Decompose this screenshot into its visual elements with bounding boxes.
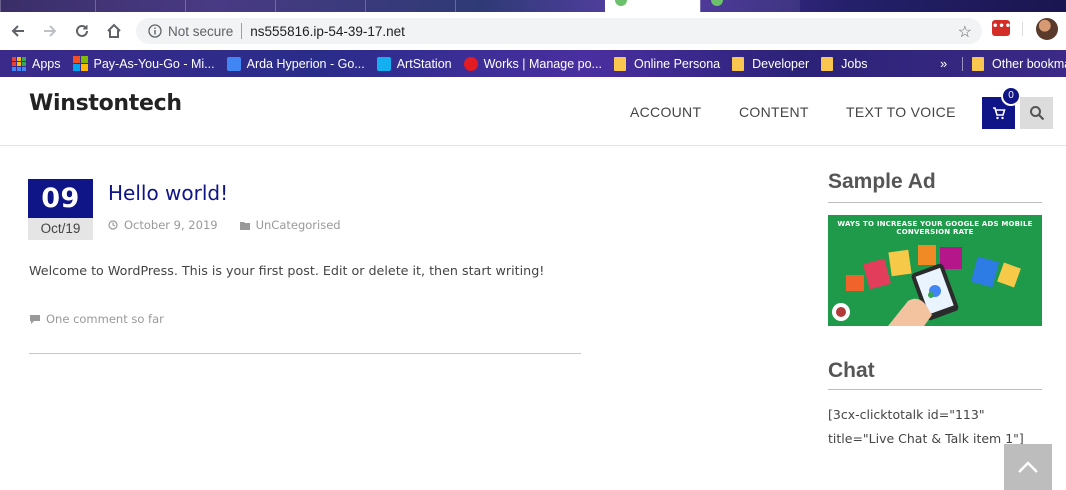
arrow-left-icon [11,25,24,37]
apps-grid-icon [12,56,26,71]
site-header: Winstontech ACCOUNT CONTENT TEXT TO VOIC… [0,77,1066,146]
security-label: Not secure [168,23,234,39]
home-button[interactable] [100,17,128,45]
back-button[interactable] [4,17,32,45]
folder-icon [613,56,626,71]
post-date-month: Oct/19 [28,218,93,240]
post-category: UnCategorised [239,218,341,232]
bookmark-folder-developer[interactable]: Developer [732,56,810,71]
bookmark-label: Apps [32,56,61,71]
info-icon[interactable] [148,24,162,38]
home-icon [107,23,121,38]
browser-tab[interactable] [455,0,605,12]
address-separator [241,23,243,39]
browser-tab[interactable] [0,0,95,12]
post-divider [29,353,581,354]
browser-tab-active[interactable] [605,0,700,12]
bookmark-apps[interactable]: Apps [12,56,61,71]
widget-title-chat: Chat [828,359,875,382]
arrow-right-icon [44,25,57,37]
works-icon [463,56,478,71]
post-title[interactable]: Hello world! [108,181,228,205]
bookmarks-overflow-button[interactable]: » [940,50,947,77]
toolbar-divider [1022,22,1023,36]
browser-tab[interactable] [365,0,455,12]
post-date-box: 09 Oct/19 [28,179,93,240]
bookmark-works[interactable]: Works | Manage po... [463,56,602,71]
address-bar[interactable]: Not secure ns555816.ip-54-39-17.net ☆ [136,18,982,44]
bookmark-label: ArtStation [396,56,452,71]
folder-icon [732,56,745,71]
google-docs-icon [226,56,241,71]
ad-illustration [832,245,1021,326]
browser-tab[interactable] [700,0,800,12]
folder-icon [821,56,834,71]
search-icon [1029,106,1044,121]
bookmark-label: Arda Hyperion - Go... [246,56,365,71]
bookmarks-bar: Apps Pay-As-You-Go - Mi... Arda Hyperion… [0,50,1066,77]
nav-item-text-to-voice[interactable]: TEXT TO VOICE [846,104,956,120]
tab-strip [0,0,1066,12]
bookmark-folder-online-persona[interactable]: Online Persona [613,56,721,71]
bookmark-label: Developer [752,56,810,71]
ad-image[interactable]: WAYS TO INCREASE YOUR GOOGLE ADS MOBILE … [828,215,1042,326]
folder-icon [239,221,250,230]
tab-favicon-icon [711,0,723,6]
post-category-link[interactable]: UnCategorised [256,218,341,232]
other-bookmarks-label: Other bookma [992,56,1066,71]
cart-count-badge: 0 [1001,86,1021,106]
post-comments: One comment so far [29,312,164,326]
lastpass-extension-icon[interactable]: ••• [992,20,1011,36]
site-title[interactable]: Winstontech [29,91,182,116]
bookmark-star-icon[interactable]: ☆ [958,22,972,42]
clock-icon [108,220,118,230]
reload-button[interactable] [68,17,96,45]
other-bookmarks-folder[interactable]: Other bookma [972,50,1066,77]
artstation-icon [376,56,391,71]
widget-title-sample-ad: Sample Ad [828,170,936,193]
bookmark-pay-as-you-go[interactable]: Pay-As-You-Go - Mi... [72,56,215,71]
post-date-day: 09 [28,179,93,218]
comment-icon [30,314,40,324]
cart-icon [992,107,1006,120]
chevron-up-icon [1018,461,1038,473]
bookmark-label: Online Persona [633,56,721,71]
bookmark-label: Works | Manage po... [483,56,602,71]
reload-icon [76,24,88,37]
folder-icon [972,56,984,71]
nav-item-content[interactable]: CONTENT [739,104,809,120]
bookmark-folder-jobs[interactable]: Jobs [821,56,868,71]
post-meta: October 9, 2019 UnCategorised [108,218,341,232]
search-button[interactable] [1020,97,1053,129]
post-excerpt: Welcome to WordPress. This is your first… [29,263,545,278]
forward-button[interactable] [36,17,64,45]
nav-item-account[interactable]: ACCOUNT [630,104,701,120]
tab-favicon-icon [615,0,627,6]
widget-rule [828,202,1042,203]
profile-avatar[interactable] [1036,18,1058,40]
bookmark-label: Pay-As-You-Go - Mi... [93,56,215,71]
back-to-top-button[interactable] [1004,444,1052,490]
post-comments-link[interactable]: One comment so far [46,312,164,326]
widget-rule [828,389,1042,390]
browser-tab[interactable] [95,0,185,12]
bookmarks-divider [962,57,963,71]
url-text[interactable]: ns555816.ip-54-39-17.net [250,24,405,39]
bookmark-artstation[interactable]: ArtStation [376,56,452,71]
post-date-link[interactable]: October 9, 2019 [124,218,218,232]
bookmark-arda-hyperion[interactable]: Arda Hyperion - Go... [226,56,365,71]
browser-toolbar: Not secure ns555816.ip-54-39-17.net ☆ [0,12,1066,50]
browser-tab[interactable] [275,0,365,12]
microsoft-icon [72,56,88,71]
browser-tab[interactable] [185,0,275,12]
bookmark-label: Jobs [841,56,868,71]
